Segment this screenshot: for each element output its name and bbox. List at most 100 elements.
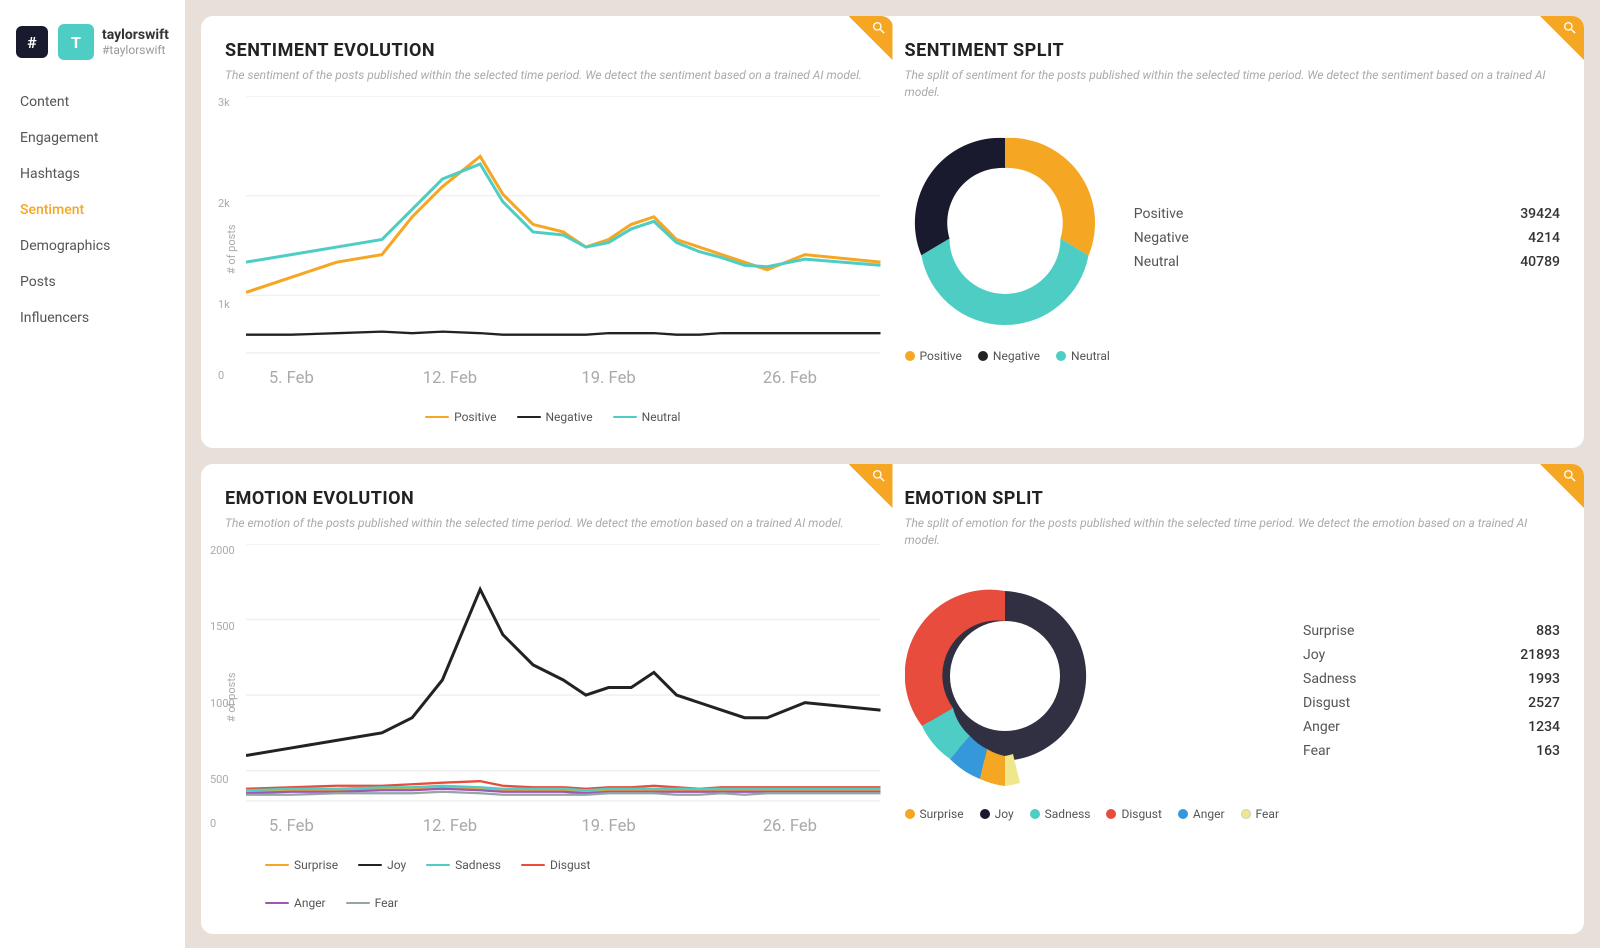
legend-disgust-line	[521, 864, 545, 866]
y-label-2000: 2000	[210, 544, 235, 557]
emotion-split-desc: The split of emotion for the posts publi…	[905, 515, 1561, 549]
stat-positive-value: 39424	[1520, 206, 1560, 222]
donut-legend-surprise-emotion: Surprise	[905, 807, 964, 821]
emotion-evolution-section: EMOTION EVOLUTION The emotion of the pos…	[225, 488, 881, 910]
disgust-dot	[1106, 809, 1116, 819]
y-label-1k: 1k	[218, 298, 230, 311]
stat-joy-label: Joy	[1303, 647, 1325, 663]
stat-fear-value: 163	[1536, 743, 1560, 759]
legend-positive-label: Positive	[454, 410, 496, 424]
donut-fear-label: Fear	[1256, 807, 1279, 821]
legend-positive: Positive	[425, 410, 496, 424]
sidebar-item-engagement[interactable]: Engagement	[0, 120, 185, 156]
donut-sadness-label: Sadness	[1045, 807, 1091, 821]
donut-legend-joy-emotion: Joy	[980, 807, 1014, 821]
sentiment-split-section: SENTIMENT SPLIT The split of sentiment f…	[905, 40, 1561, 424]
sentiment-evolution-title: SENTIMENT EVOLUTION	[225, 40, 881, 61]
stat-row-fear: Fear 163	[1303, 743, 1560, 759]
sidebar-nav: Content Engagement Hashtags Sentiment De…	[0, 84, 185, 336]
svg-text:12. Feb: 12. Feb	[423, 817, 477, 836]
emotion-split-donut-section: Surprise Joy Sadness Disgust	[905, 561, 1561, 821]
donut-legend-positive: Positive	[905, 349, 962, 363]
donut-disgust-label: Disgust	[1121, 807, 1161, 821]
y-label-0: 0	[218, 369, 224, 382]
y-label-3k: 3k	[218, 96, 230, 109]
anger-dot	[1178, 809, 1188, 819]
stat-row-disgust: Disgust 2527	[1303, 695, 1560, 711]
negative-dot	[978, 351, 988, 361]
legend-negative-line	[517, 416, 541, 418]
emotion-donut: Surprise Joy Sadness Disgust	[905, 561, 1280, 821]
stat-fear-label: Fear	[1303, 743, 1330, 759]
sentiment-card: SENTIMENT EVOLUTION The sentiment of the…	[201, 16, 1584, 448]
legend-fear-label: Fear	[375, 896, 398, 910]
stat-anger-label: Anger	[1303, 719, 1340, 735]
legend-anger-line	[265, 902, 289, 904]
sidebar-item-influencers[interactable]: Influencers	[0, 300, 185, 336]
donut-surprise-label: Surprise	[920, 807, 964, 821]
stat-row-positive: Positive 39424	[1134, 206, 1560, 222]
main-content: SENTIMENT EVOLUTION The sentiment of the…	[185, 0, 1600, 948]
sentiment-split-legend: Positive Negative Neutral	[905, 349, 1110, 363]
donut-legend-negative: Negative	[978, 349, 1040, 363]
legend-surprise-label: Surprise	[294, 858, 338, 872]
sentiment-evolution-desc: The sentiment of the posts published wit…	[225, 67, 881, 84]
stat-row-joy: Joy 21893	[1303, 647, 1560, 663]
stat-negative-value: 4214	[1528, 230, 1560, 246]
stat-disgust-label: Disgust	[1303, 695, 1350, 711]
stat-row-anger: Anger 1234	[1303, 719, 1560, 735]
emotion-split-section: EMOTION SPLIT The split of emotion for t…	[905, 488, 1561, 910]
sidebar-item-hashtags[interactable]: Hashtags	[0, 156, 185, 192]
sentiment-donut-svg	[905, 113, 1105, 333]
brand-info: taylorswift #taylorswift	[102, 27, 169, 57]
legend-joy-label: Joy	[387, 858, 406, 872]
stat-negative-label: Negative	[1134, 230, 1189, 246]
svg-text:5. Feb: 5. Feb	[269, 817, 314, 836]
donut-neutral-label: Neutral	[1071, 349, 1110, 363]
donut-legend-fear-emotion: Fear	[1241, 807, 1279, 821]
emotion-stats-list: Surprise 883 Joy 21893 Sadness 1993 Disg…	[1303, 623, 1560, 759]
stat-row-negative: Negative 4214	[1134, 230, 1560, 246]
donut-joy-label: Joy	[995, 807, 1014, 821]
sentiment-evolution-chart: 5. Feb 12. Feb 19. Feb 26. Feb	[246, 96, 881, 398]
legend-anger-label: Anger	[294, 896, 326, 910]
legend-surprise-line	[265, 864, 289, 866]
emotion-evolution-chart: 5. Feb 12. Feb 19. Feb 26. Feb	[246, 544, 881, 846]
sidebar-item-content[interactable]: Content	[0, 84, 185, 120]
donut-negative-label: Negative	[993, 349, 1040, 363]
emotion-evolution-legend: Surprise Joy Sadness Disgust	[225, 858, 881, 910]
legend-joy-line	[358, 864, 382, 866]
sidebar-item-sentiment[interactable]: Sentiment	[0, 192, 185, 228]
stat-anger-value: 1234	[1528, 719, 1560, 735]
sidebar: # T taylorswift #taylorswift Content Eng…	[0, 0, 185, 948]
y-axis-label-sentiment: # of posts	[225, 96, 238, 402]
sadness-dot	[1030, 809, 1040, 819]
joy-dot	[980, 809, 990, 819]
svg-text:12. Feb: 12. Feb	[423, 369, 477, 388]
legend-negative: Negative	[517, 410, 593, 424]
legend-negative-label: Negative	[546, 410, 593, 424]
svg-text:26. Feb: 26. Feb	[763, 817, 817, 836]
sidebar-item-demographics[interactable]: Demographics	[0, 228, 185, 264]
donut-legend-anger-emotion: Anger	[1178, 807, 1225, 821]
y-label-2k: 2k	[218, 197, 230, 210]
legend-sadness-label: Sadness	[455, 858, 501, 872]
donut-positive-label: Positive	[920, 349, 962, 363]
emotion-evolution-title: EMOTION EVOLUTION	[225, 488, 881, 509]
stat-joy-value: 21893	[1520, 647, 1560, 663]
sidebar-item-posts[interactable]: Posts	[0, 264, 185, 300]
legend-disgust-label: Disgust	[550, 858, 590, 872]
legend-neutral: Neutral	[613, 410, 681, 424]
legend-fear-line	[346, 902, 370, 904]
emotion-split-title: EMOTION SPLIT	[905, 488, 1561, 509]
stat-sadness-value: 1993	[1528, 671, 1560, 687]
stat-neutral-value: 40789	[1520, 254, 1560, 270]
stat-row-surprise: Surprise 883	[1303, 623, 1560, 639]
legend-sadness: Sadness	[426, 858, 501, 872]
stat-surprise-value: 883	[1536, 623, 1560, 639]
sentiment-evolution-section: SENTIMENT EVOLUTION The sentiment of the…	[225, 40, 881, 424]
donut-anger-label: Anger	[1193, 807, 1225, 821]
y-label-0-emotion: 0	[210, 817, 216, 830]
stat-surprise-label: Surprise	[1303, 623, 1354, 639]
emotion-card: EMOTION EVOLUTION The emotion of the pos…	[201, 464, 1584, 934]
